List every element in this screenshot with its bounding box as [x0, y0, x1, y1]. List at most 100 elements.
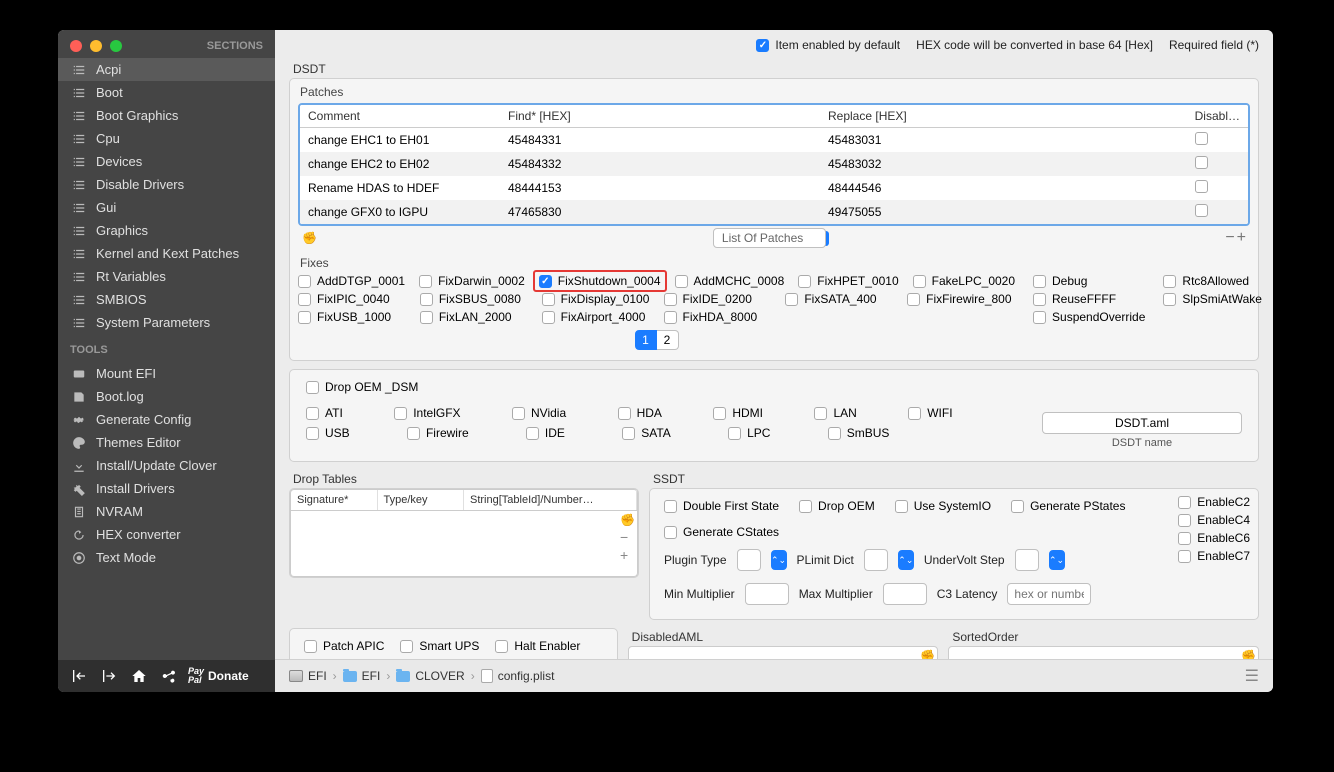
option-smbus[interactable]: SmBUS — [828, 426, 925, 440]
enable-c-checkbox[interactable] — [1178, 550, 1191, 563]
ssdt-enablec2[interactable]: EnableC2 — [1178, 495, 1250, 509]
tool-item-mount-efi[interactable]: Mount EFI — [58, 362, 275, 385]
enable-c-checkbox[interactable] — [1178, 514, 1191, 527]
fix-fixfirewire_800[interactable]: FixFirewire_800 — [907, 292, 1015, 306]
fix-checkbox[interactable] — [907, 293, 920, 306]
tool-item-nvram[interactable]: NVRAM — [58, 500, 275, 523]
misc-checkbox[interactable] — [495, 640, 508, 653]
tool-item-hex-converter[interactable]: HEX converter — [58, 523, 275, 546]
ssdt-checkbox[interactable] — [895, 500, 908, 513]
fix-checkbox[interactable] — [1163, 275, 1176, 288]
patches-table[interactable]: CommentFind* [HEX]Replace [HEX]Disabl… c… — [298, 103, 1250, 226]
option-ati[interactable]: ATI — [306, 406, 372, 420]
drop-tables-list[interactable]: ✊ − + — [290, 511, 638, 577]
export-icon[interactable] — [98, 665, 120, 687]
option-checkbox[interactable] — [622, 427, 635, 440]
sidebar-item-kernel-and-kext-patches[interactable]: Kernel and Kext Patches — [58, 242, 275, 265]
drag-handle-icon[interactable]: ✊ — [920, 649, 935, 659]
option-checkbox[interactable] — [512, 407, 525, 420]
page-1-button[interactable]: 1 — [635, 330, 657, 350]
fix-fixdisplay_0100[interactable]: FixDisplay_0100 — [542, 292, 650, 306]
fix-checkbox[interactable] — [542, 311, 555, 324]
close-window-button[interactable] — [70, 40, 82, 52]
min-multiplier-input[interactable] — [745, 583, 789, 605]
misc-halt-enabler[interactable]: Halt Enabler — [495, 639, 580, 653]
plugin-type-input[interactable] — [737, 549, 761, 571]
misc-checkbox[interactable] — [400, 640, 413, 653]
option-checkbox[interactable] — [728, 427, 741, 440]
minimize-window-button[interactable] — [90, 40, 102, 52]
ssdt-enablec7[interactable]: EnableC7 — [1178, 549, 1250, 563]
sidebar-item-boot-graphics[interactable]: Boot Graphics — [58, 104, 275, 127]
fix-fixipic_0040[interactable]: FixIPIC_0040 — [298, 292, 406, 306]
option-sata[interactable]: SATA — [622, 426, 706, 440]
tool-item-install-drivers[interactable]: Install Drivers — [58, 477, 275, 500]
fix-fixusb_1000[interactable]: FixUSB_1000 — [298, 310, 406, 324]
sidebar-item-system-parameters[interactable]: System Parameters — [58, 311, 275, 334]
disable-patch-checkbox[interactable] — [1195, 156, 1208, 169]
option-nvidia[interactable]: NVidia — [512, 406, 596, 420]
c3-latency-input[interactable] — [1007, 583, 1091, 605]
sidebar-item-smbios[interactable]: SMBIOS — [58, 288, 275, 311]
tool-item-themes-editor[interactable]: Themes Editor — [58, 431, 275, 454]
misc-patch-apic[interactable]: Patch APIC — [304, 639, 384, 653]
fix-fixhda_8000[interactable]: FixHDA_8000 — [664, 310, 772, 324]
ssdt-enablec4[interactable]: EnableC4 — [1178, 513, 1250, 527]
option-checkbox[interactable] — [828, 427, 841, 440]
fix-checkbox[interactable] — [298, 293, 311, 306]
page-2-button[interactable]: 2 — [657, 330, 679, 350]
fix-rtc8allowed[interactable]: Rtc8Allowed — [1163, 274, 1262, 288]
ssdt-check-use-systemio[interactable]: Use SystemIO — [895, 499, 991, 513]
fix-checkbox[interactable] — [798, 275, 811, 288]
fix-fixlan_2000[interactable]: FixLAN_2000 — [420, 310, 528, 324]
disable-patch-checkbox[interactable] — [1195, 132, 1208, 145]
tool-item-boot.log[interactable]: Boot.log — [58, 385, 275, 408]
chevron-up-down-icon[interactable]: ⌃⌄ — [898, 550, 914, 570]
breadcrumb-item[interactable]: EFI — [289, 669, 327, 683]
fix-addmchc_0008[interactable]: AddMCHC_0008 — [675, 274, 785, 288]
patch-row[interactable]: change EHC2 to EH024548433245483032 — [300, 152, 1248, 176]
breadcrumb-item[interactable]: EFI — [343, 669, 381, 683]
option-checkbox[interactable] — [814, 407, 827, 420]
option-hda[interactable]: HDA — [618, 406, 692, 420]
option-wifi[interactable]: WIFI — [908, 406, 982, 420]
ssdt-enablec6[interactable]: EnableC6 — [1178, 531, 1250, 545]
fix-checkbox[interactable] — [1033, 311, 1046, 324]
fix-fixdarwin_0002[interactable]: FixDarwin_0002 — [419, 274, 525, 288]
option-checkbox[interactable] — [713, 407, 726, 420]
option-hdmi[interactable]: HDMI — [713, 406, 792, 420]
fix-fixshutdown_0004[interactable]: FixShutdown_0004 — [533, 270, 667, 292]
remove-patch-button[interactable]: − — [1225, 229, 1234, 247]
maximize-window-button[interactable] — [110, 40, 122, 52]
option-checkbox[interactable] — [618, 407, 631, 420]
enable-c-checkbox[interactable] — [1178, 532, 1191, 545]
enable-c-checkbox[interactable] — [1178, 496, 1191, 509]
drag-handle-icon[interactable]: ✊ — [620, 513, 635, 527]
fix-checkbox[interactable] — [913, 275, 926, 288]
option-lpc[interactable]: LPC — [728, 426, 806, 440]
remove-drop-table-button[interactable]: − — [620, 529, 635, 545]
max-multiplier-input[interactable] — [883, 583, 927, 605]
option-checkbox[interactable] — [407, 427, 420, 440]
add-drop-table-button[interactable]: + — [620, 547, 635, 563]
option-checkbox[interactable] — [526, 427, 539, 440]
drag-handle-icon[interactable]: ✊ — [1241, 649, 1256, 659]
sidebar-item-cpu[interactable]: Cpu — [58, 127, 275, 150]
ssdt-checkbox[interactable] — [1011, 500, 1024, 513]
patch-row[interactable]: Rename HDAS to HDEF4844415348444546 — [300, 176, 1248, 200]
fix-fixsata_400[interactable]: FixSATA_400 — [785, 292, 893, 306]
ssdt-check-double-first-state[interactable]: Double First State — [664, 499, 779, 513]
chevron-up-down-icon[interactable]: ⌃⌄ — [1049, 550, 1065, 570]
fix-suspendoverride[interactable]: SuspendOverride — [1033, 310, 1145, 324]
chevron-up-down-icon[interactable]: ⌃⌄ — [771, 550, 787, 570]
sidebar-item-devices[interactable]: Devices — [58, 150, 275, 173]
sidebar-item-gui[interactable]: Gui — [58, 196, 275, 219]
donate-button[interactable]: PayPal Donate — [188, 667, 249, 685]
menu-icon[interactable]: ☰ — [1245, 666, 1259, 686]
drag-handle-icon[interactable]: ✊ — [302, 231, 317, 245]
ssdt-checkbox[interactable] — [664, 500, 677, 513]
fix-reuseffff[interactable]: ReuseFFFF — [1033, 292, 1145, 306]
fix-checkbox[interactable] — [539, 275, 552, 288]
sidebar-item-rt-variables[interactable]: Rt Variables — [58, 265, 275, 288]
option-checkbox[interactable] — [908, 407, 921, 420]
